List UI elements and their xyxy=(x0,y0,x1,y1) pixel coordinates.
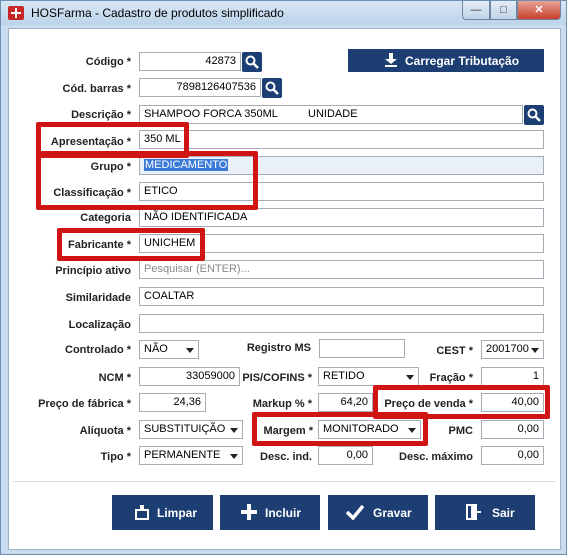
app-logo-icon xyxy=(8,6,24,20)
chevron-down-icon xyxy=(186,348,194,353)
chevron-down-icon xyxy=(230,454,238,459)
carregar-tributacao-button[interactable]: Carregar Tributação xyxy=(348,49,544,72)
similaridade-input[interactable]: COALTAR xyxy=(139,287,544,306)
chevron-down-icon xyxy=(230,428,238,433)
pis-cofins-label: PIS/COFINS * xyxy=(242,372,312,384)
chevron-down-icon xyxy=(531,348,539,353)
principio-ativo-label: Princípio ativo xyxy=(55,265,131,277)
preco-fabrica-label: Preço de fábrica * xyxy=(38,398,131,410)
descricao-search-button[interactable] xyxy=(524,105,544,125)
plus-icon xyxy=(241,504,257,520)
cest-label: CEST * xyxy=(436,345,473,357)
similaridade-label: Similaridade xyxy=(65,292,131,304)
desc-ind-input[interactable]: 0,00 xyxy=(318,446,373,465)
highlight-margem xyxy=(252,412,428,446)
cod-barras-input[interactable]: 7898126407536 xyxy=(139,78,261,97)
window-title: HOSFarma - Cadastro de produtos simplifi… xyxy=(31,6,284,20)
preco-fabrica-input[interactable]: 24,36 xyxy=(139,393,206,412)
highlight-fabricante xyxy=(57,228,205,261)
codigo-input[interactable]: 42873 xyxy=(139,52,241,71)
gravar-button[interactable]: Gravar xyxy=(328,495,428,530)
app-window: HOSFarma - Cadastro de produtos simplifi… xyxy=(0,0,567,555)
registro-ms-input[interactable] xyxy=(319,339,405,358)
title-bar[interactable]: HOSFarma - Cadastro de produtos simplifi… xyxy=(1,1,566,25)
localizacao-label: Localização xyxy=(68,319,131,331)
fracao-label: Fração * xyxy=(429,372,473,384)
markup-label: Markup % * xyxy=(252,398,312,410)
close-button[interactable]: ✕ xyxy=(517,1,561,20)
categoria-input[interactable]: NÃO IDENTIFICADA xyxy=(139,208,544,227)
desc-maximo-input[interactable]: 0,00 xyxy=(481,446,544,465)
highlight-grupo-classificacao xyxy=(36,151,258,210)
cest-select[interactable]: 2001700 xyxy=(481,340,544,359)
localizacao-input[interactable] xyxy=(139,314,544,333)
cod-barras-search-button[interactable] xyxy=(262,78,282,98)
categoria-label: Categoria xyxy=(80,212,131,224)
limpar-button[interactable]: Limpar xyxy=(112,495,213,530)
exit-door-icon xyxy=(466,504,481,520)
descricao-input[interactable]: SHAMPOO FORCA 350ML UNIDADE xyxy=(139,105,523,124)
aliquota-label: Alíquota * xyxy=(79,425,131,437)
controlado-label: Controlado * xyxy=(65,344,131,356)
checkmark-icon xyxy=(346,504,364,520)
pmc-label: PMC xyxy=(448,425,473,437)
search-icon xyxy=(245,55,259,69)
incluir-button[interactable]: Incluir xyxy=(220,495,320,530)
apresentacao-input[interactable]: 350 ML xyxy=(139,130,544,149)
sair-button[interactable]: Sair xyxy=(435,495,535,530)
chevron-down-icon xyxy=(406,375,414,380)
registro-ms-label: Registro MS xyxy=(246,342,311,354)
eraser-icon xyxy=(135,505,149,520)
principio-ativo-input[interactable]: Pesquisar (ENTER)... xyxy=(139,260,544,279)
search-icon xyxy=(527,108,541,122)
ncm-label: NCM * xyxy=(98,372,131,384)
search-icon xyxy=(265,81,279,95)
codigo-label: Código * xyxy=(85,56,131,68)
fracao-input[interactable]: 1 xyxy=(481,367,544,386)
pis-cofins-select[interactable]: RETIDO xyxy=(318,367,419,386)
ncm-input[interactable]: 33059000 xyxy=(139,367,240,386)
minimize-button[interactable]: — xyxy=(462,1,490,20)
download-icon xyxy=(385,53,397,67)
desc-ind-label: Desc. ind. xyxy=(260,451,312,463)
pmc-input[interactable]: 0,00 xyxy=(481,420,544,439)
divider xyxy=(13,481,556,482)
markup-input[interactable]: 64,20 xyxy=(318,393,373,412)
descricao-label: Descrição * xyxy=(71,109,131,121)
codigo-search-button[interactable] xyxy=(242,52,262,72)
controlado-select[interactable]: NÃO xyxy=(139,340,199,359)
maximize-button[interactable]: □ xyxy=(490,1,517,20)
desc-maximo-label: Desc. máximo xyxy=(399,451,473,463)
tipo-select[interactable]: PERMANENTE xyxy=(139,446,243,465)
cod-barras-label: Cód. barras * xyxy=(62,83,131,95)
aliquota-select[interactable]: SUBSTITUIÇÃO xyxy=(139,420,243,439)
tipo-label: Tipo * xyxy=(100,451,131,463)
